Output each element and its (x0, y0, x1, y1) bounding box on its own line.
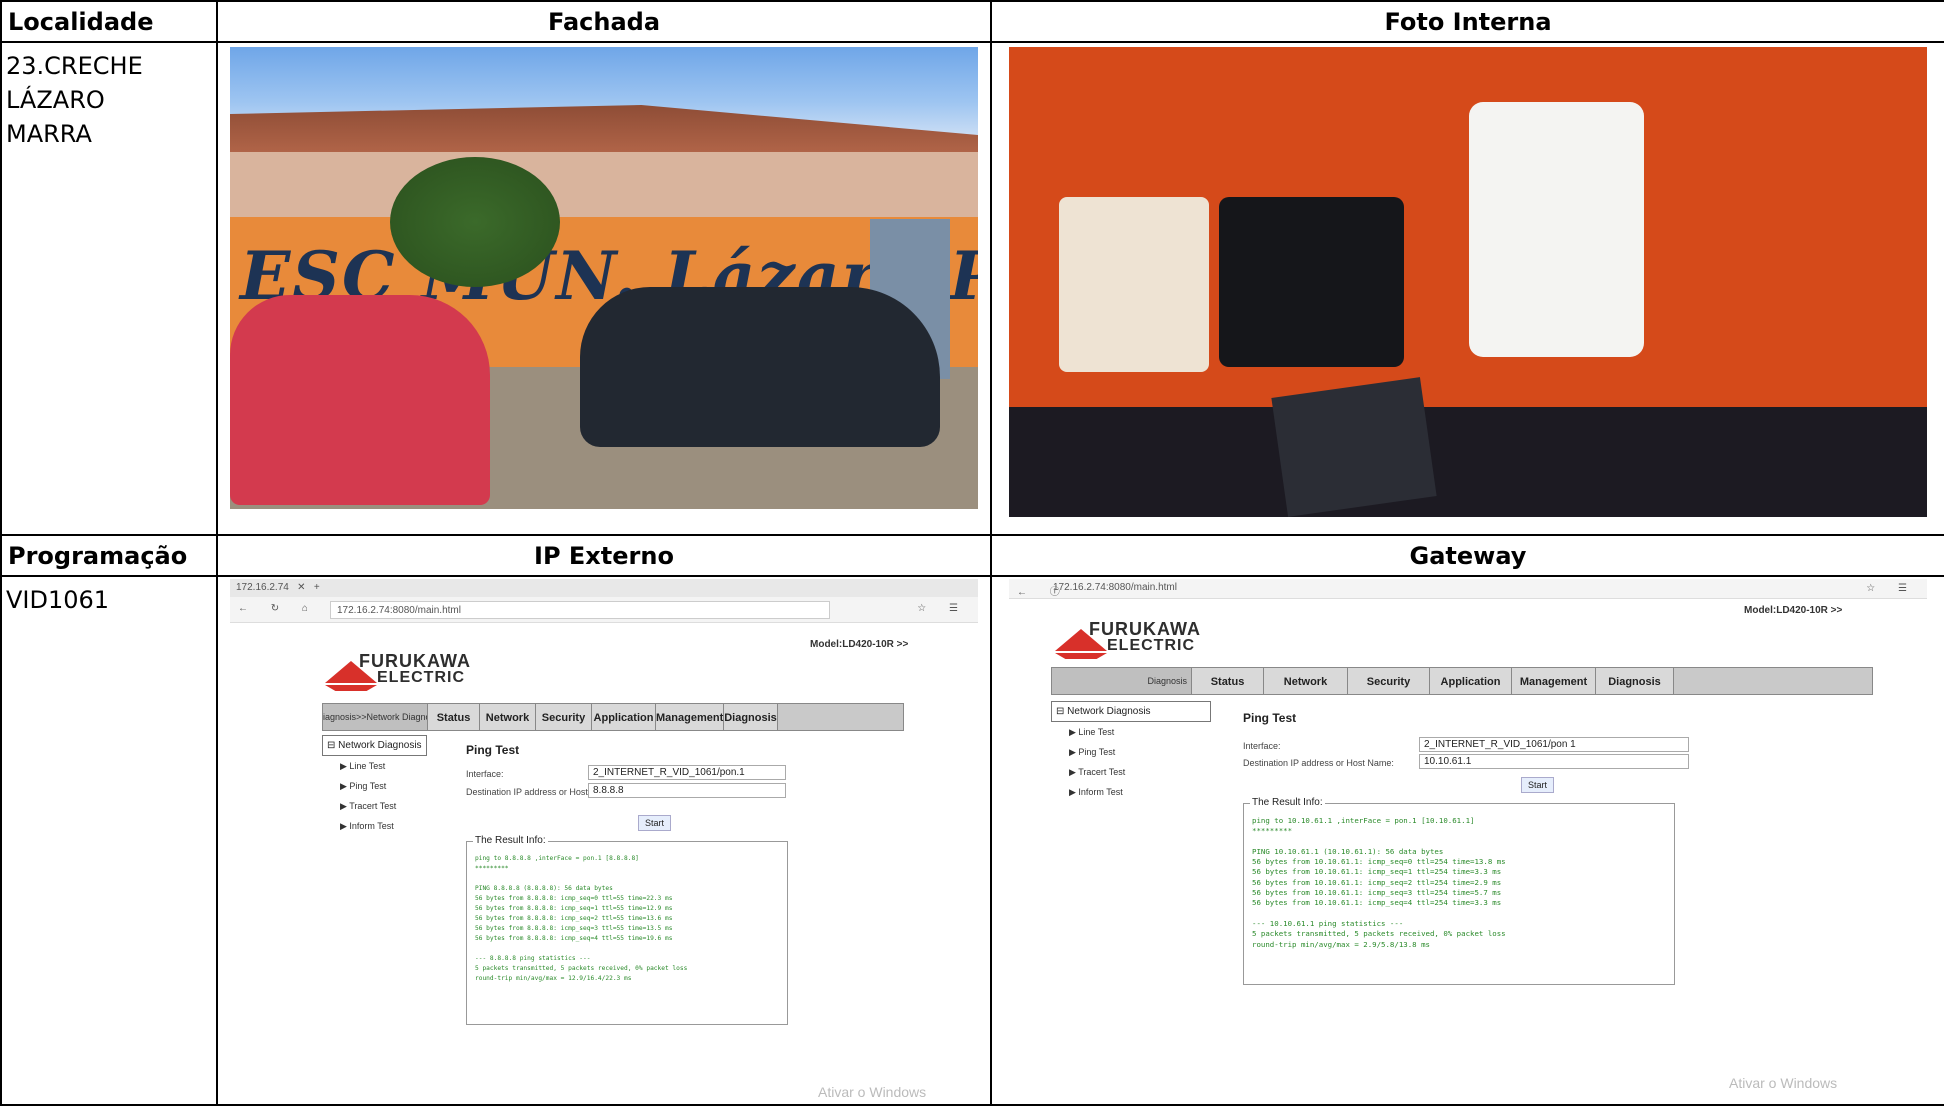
tab-management[interactable]: Management (656, 704, 724, 730)
onu-device (1219, 197, 1404, 367)
gw-main-tabs: Diagnosis Status Network Security Applic… (1051, 667, 1873, 695)
gw-dest-input[interactable]: 10.10.61.1 (1419, 754, 1689, 769)
gw-windows-watermark: Ativar o Windows (1729, 1075, 1838, 1091)
gw-result-text: ping to 10.10.61.1 ,interFace = pon.1 [1… (1252, 816, 1506, 949)
gw-start-button[interactable]: Start (1521, 777, 1555, 793)
gw-breadcrumb: Diagnosis (1052, 668, 1192, 694)
result-text: ping to 8.8.8.8 ,interFace = pon.1 [8.8.… (475, 855, 688, 982)
gw-page-title: Ping Test (1243, 711, 1297, 725)
header-localidade: Localidade (0, 0, 218, 43)
locality-name: 23.CRECHE LÁZARO MARRA (6, 52, 143, 148)
gw-side-item-ping-test[interactable]: ▶ Ping Test (1051, 742, 1211, 762)
gw-side-item-tracert-test[interactable]: ▶ Tracert Test (1051, 762, 1211, 782)
gw-tab-network[interactable]: Network (1264, 668, 1348, 694)
side-item-ping-test[interactable]: ▶ Ping Test (322, 776, 427, 796)
gw-side-item-inform-test[interactable]: ▶ Inform Test (1051, 782, 1211, 802)
header-gateway: Gateway (990, 534, 1944, 577)
gw-url-input[interactable]: 172.16.2.74:8080/main.html (1047, 579, 1547, 597)
header-ip-externo: IP Externo (216, 534, 992, 577)
result-box: The Result Info: ping to 8.8.8.8 ,interF… (466, 835, 788, 1025)
gw-model-label[interactable]: Model:LD420-10R >> (1744, 605, 1842, 616)
gateway-screenshot: ← ⓘ 172.16.2.74:8080/main.html ☆ ☰ FURUK… (1009, 579, 1927, 1102)
gw-star-icon[interactable]: ☆ ☰ (1866, 583, 1917, 594)
header-programacao: Programação (0, 534, 218, 577)
breadcrumb: iagnosis>>Network Diagno (323, 704, 428, 730)
dest-input[interactable]: 8.8.8.8 (588, 783, 786, 798)
page-title: Ping Test (466, 743, 520, 757)
tab-status[interactable]: Status (428, 704, 480, 730)
header-fachada: Fachada (216, 0, 992, 43)
windows-watermark: Ativar o Windows (818, 1084, 927, 1100)
side-item-inform-test[interactable]: ▶ Inform Test (322, 816, 427, 836)
browser-tab[interactable]: 172.16.2.74 (236, 582, 289, 593)
interface-label: Interface: (466, 769, 504, 779)
report-table: Localidade Fachada Foto Interna 23.CRECH… (0, 0, 1944, 1106)
gw-tab-application[interactable]: Application (1430, 668, 1512, 694)
gw-side-head[interactable]: ⊟ Network Diagnosis (1051, 701, 1211, 722)
header-foto-interna: Foto Interna (990, 0, 1944, 43)
model-label[interactable]: Model:LD420-10R >> (810, 639, 908, 650)
gw-tab-status[interactable]: Status (1192, 668, 1264, 694)
tab-application[interactable]: Application (592, 704, 656, 730)
gw-dest-label: Destination IP address or Host Name: (1243, 758, 1394, 768)
gw-interface-label: Interface: (1243, 741, 1281, 751)
side-menu: ⊟ Network Diagnosis ▶ Line Test ▶ Ping T… (322, 735, 427, 836)
interface-select[interactable]: 2_INTERNET_R_VID_1061/pon.1 (588, 765, 786, 780)
tab-security[interactable]: Security (536, 704, 592, 730)
url-input[interactable]: 172.16.2.74:8080/main.html (330, 601, 830, 619)
gw-side-item-line-test[interactable]: ▶ Line Test (1051, 722, 1211, 742)
result-title: The Result Info: (473, 835, 548, 846)
star-icon[interactable]: ☆ ☰ (917, 603, 968, 614)
side-head[interactable]: ⊟ Network Diagnosis (322, 735, 427, 756)
main-tabs: iagnosis>>Network Diagno Status Network … (322, 703, 904, 731)
nav-icons[interactable]: ← ↻ ⌂ (238, 603, 318, 614)
side-item-tracert-test[interactable]: ▶ Tracert Test (322, 796, 427, 816)
tab-network[interactable]: Network (480, 704, 536, 730)
gw-tab-diagnosis[interactable]: Diagnosis (1596, 668, 1674, 694)
ip-externo-screenshot: 172.16.2.74 ✕ + ← ↻ ⌂ 172.16.2.74:8080/m… (230, 579, 978, 1102)
gw-side-menu: ⊟ Network Diagnosis ▶ Line Test ▶ Ping T… (1051, 701, 1211, 802)
white-device (1469, 102, 1644, 357)
gw-result-box: The Result Info: ping to 10.10.61.1 ,int… (1243, 797, 1675, 985)
wall-jack (1059, 197, 1209, 372)
tab-diagnosis[interactable]: Diagnosis (724, 704, 778, 730)
gw-result-title: The Result Info: (1250, 797, 1325, 808)
gw-interface-select[interactable]: 2_INTERNET_R_VID_1061/pon 1 (1419, 737, 1689, 752)
gw-tab-management[interactable]: Management (1512, 668, 1596, 694)
inside-photo (1009, 47, 1927, 517)
gw-tab-security[interactable]: Security (1348, 668, 1430, 694)
side-item-line-test[interactable]: ▶ Line Test (322, 756, 427, 776)
facade-photo: ESC MUN. Lázaro P. Marra (230, 47, 978, 509)
programming-value: VID1061 (6, 586, 110, 614)
start-button[interactable]: Start (638, 815, 672, 831)
